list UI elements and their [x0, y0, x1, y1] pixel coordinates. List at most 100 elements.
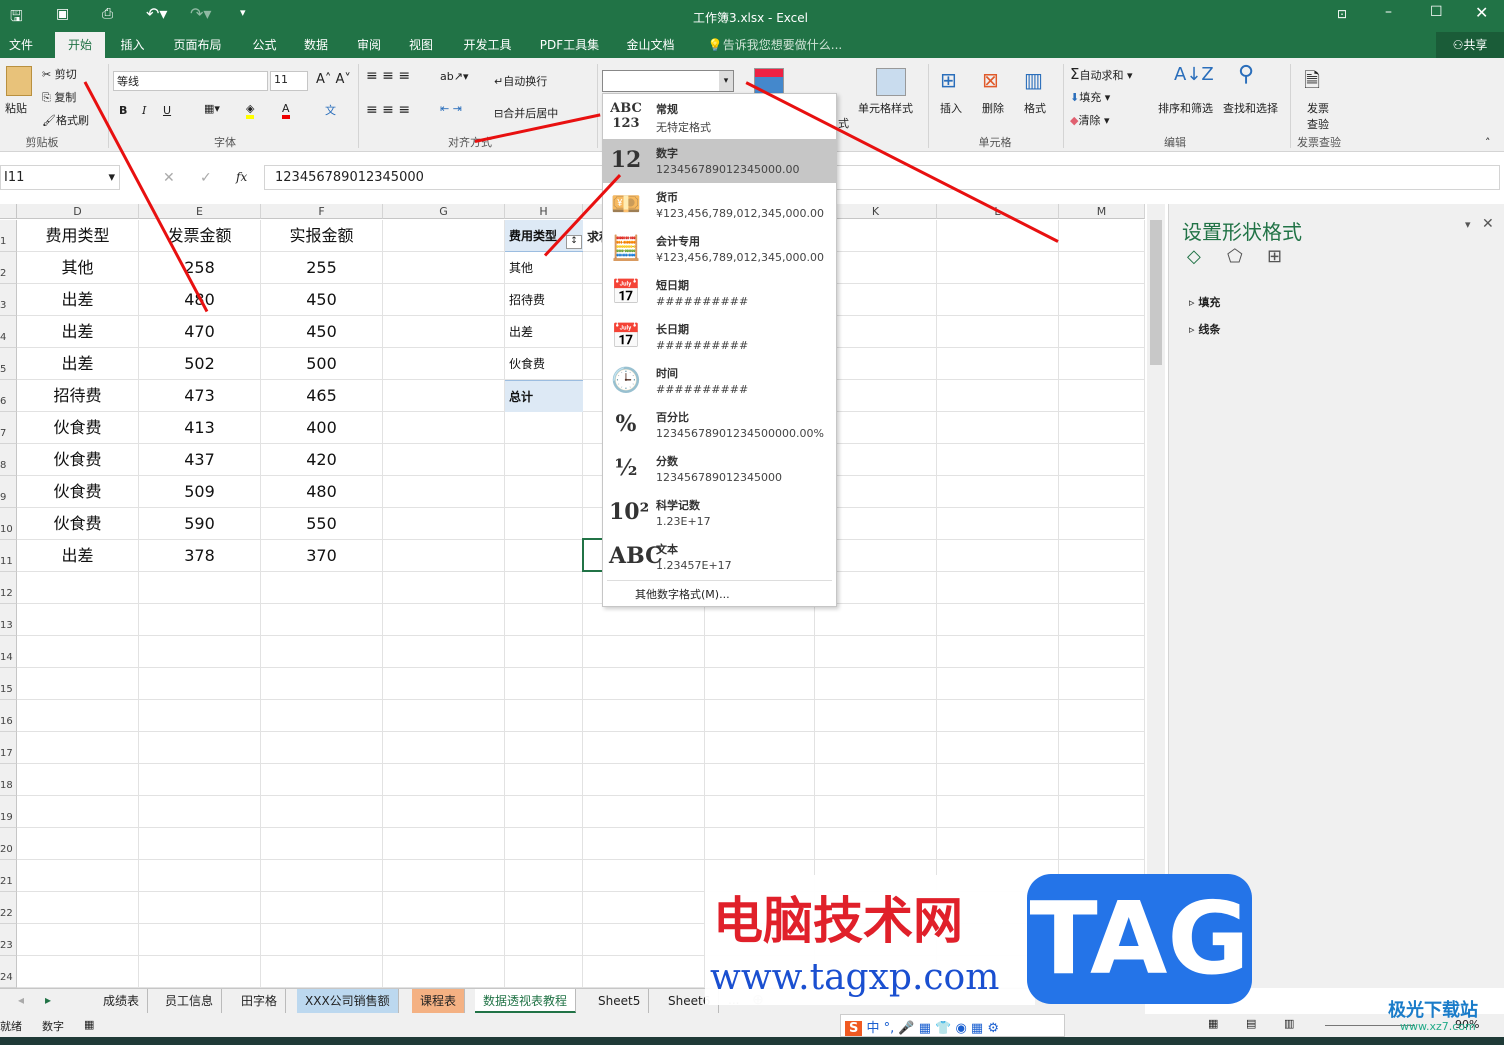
- tab-pdf[interactable]: PDF工具集: [532, 32, 607, 58]
- close-icon[interactable]: ✕: [1475, 3, 1488, 22]
- indent-icons[interactable]: ⇤ ⇥: [440, 102, 462, 115]
- cell[interactable]: [1059, 764, 1145, 796]
- cell[interactable]: [937, 828, 1059, 860]
- cell[interactable]: [505, 956, 583, 988]
- page-break-view-icon[interactable]: ▥: [1284, 1017, 1294, 1030]
- cell[interactable]: [17, 924, 139, 956]
- cell[interactable]: [505, 892, 583, 924]
- row-header[interactable]: 24: [0, 956, 17, 988]
- sheet-tab[interactable]: 课程表: [412, 989, 466, 1013]
- cell[interactable]: [139, 572, 261, 604]
- tab-file[interactable]: 文件: [0, 32, 42, 58]
- cell[interactable]: [383, 508, 505, 540]
- align-top-icons[interactable]: ≡ ≡ ≡: [366, 68, 410, 84]
- cell[interactable]: 378: [139, 540, 261, 572]
- row-header[interactable]: 8: [0, 444, 17, 476]
- selected-cell-i11[interactable]: [582, 538, 604, 572]
- border-icon[interactable]: ▦▾: [204, 102, 220, 115]
- cell[interactable]: [383, 412, 505, 444]
- delete-button[interactable]: 删除: [982, 100, 1004, 116]
- cell[interactable]: [937, 252, 1059, 284]
- cell[interactable]: 发票金额: [139, 220, 261, 252]
- row-header[interactable]: 9: [0, 476, 17, 508]
- touch-mode-icon[interactable]: ▣: [56, 6, 69, 22]
- cell[interactable]: [815, 764, 937, 796]
- cell[interactable]: [139, 892, 261, 924]
- row-header[interactable]: 4: [0, 316, 17, 348]
- cell[interactable]: 出差: [17, 540, 139, 572]
- cell[interactable]: [937, 444, 1059, 476]
- fill-section[interactable]: ▹ 填充: [1189, 294, 1220, 310]
- line-section[interactable]: ▹ 线条: [1189, 321, 1220, 337]
- cell[interactable]: [1059, 348, 1145, 380]
- formula-input[interactable]: 123456789012345000: [264, 165, 1500, 190]
- cell[interactable]: [1059, 476, 1145, 508]
- cell[interactable]: [17, 956, 139, 988]
- font-color-icon[interactable]: A: [282, 102, 290, 119]
- cell[interactable]: [583, 668, 705, 700]
- tab-data[interactable]: 数据: [295, 32, 337, 58]
- cell[interactable]: [815, 828, 937, 860]
- cell[interactable]: [815, 796, 937, 828]
- format-option[interactable]: ½ 分数 123456789012345000: [603, 447, 836, 491]
- row-header[interactable]: 12: [0, 572, 17, 604]
- collapse-ribbon-icon[interactable]: ˄: [1485, 136, 1491, 149]
- column-header[interactable]: D: [17, 204, 139, 219]
- cell[interactable]: [139, 604, 261, 636]
- cell[interactable]: [583, 796, 705, 828]
- orientation-icon[interactable]: ab↗▾: [440, 70, 468, 83]
- row-header[interactable]: 5: [0, 348, 17, 380]
- cell[interactable]: [383, 316, 505, 348]
- cell[interactable]: 450: [261, 284, 383, 316]
- cell[interactable]: [937, 412, 1059, 444]
- cell[interactable]: [583, 700, 705, 732]
- row-header[interactable]: 18: [0, 764, 17, 796]
- cell[interactable]: [139, 828, 261, 860]
- column-header[interactable]: F: [261, 204, 383, 219]
- cell[interactable]: [383, 668, 505, 700]
- cell[interactable]: 470: [139, 316, 261, 348]
- format-option[interactable]: 📅 长日期 ##########: [603, 315, 836, 359]
- tab-home[interactable]: 开始: [55, 32, 105, 58]
- cell[interactable]: [705, 828, 815, 860]
- cell[interactable]: [937, 572, 1059, 604]
- cell[interactable]: [383, 796, 505, 828]
- find-select-button[interactable]: 查找和选择: [1223, 100, 1278, 116]
- fill-button[interactable]: ⬇填充 ▾: [1070, 89, 1110, 105]
- cell[interactable]: [261, 636, 383, 668]
- cell[interactable]: 伙食费: [17, 412, 139, 444]
- tab-review[interactable]: 审阅: [348, 32, 390, 58]
- cell[interactable]: [937, 636, 1059, 668]
- cell[interactable]: [383, 924, 505, 956]
- cell[interactable]: [937, 476, 1059, 508]
- cell[interactable]: [17, 604, 139, 636]
- pivot-row[interactable]: 出差: [505, 316, 583, 348]
- sheet-tab[interactable]: 成绩表: [95, 989, 149, 1013]
- sort-filter-button[interactable]: 排序和筛选: [1158, 100, 1213, 116]
- cell[interactable]: [383, 764, 505, 796]
- invoice-check-button[interactable]: 发票查验: [1304, 100, 1332, 132]
- pivot-row[interactable]: 伙食费: [505, 348, 583, 380]
- cell[interactable]: 出差: [17, 316, 139, 348]
- insert-function-button[interactable]: fx: [236, 170, 247, 184]
- cell[interactable]: [17, 828, 139, 860]
- row-header[interactable]: 3: [0, 284, 17, 316]
- row-header[interactable]: 6: [0, 380, 17, 412]
- tab-developer[interactable]: 开发工具: [455, 32, 520, 58]
- column-header[interactable]: M: [1059, 204, 1145, 219]
- cell[interactable]: [261, 796, 383, 828]
- fill-color-icon[interactable]: ◈: [246, 102, 255, 119]
- column-header[interactable]: H: [505, 204, 583, 219]
- cell[interactable]: [383, 540, 505, 572]
- cell[interactable]: 590: [139, 508, 261, 540]
- cell[interactable]: [1059, 220, 1145, 252]
- cell[interactable]: [505, 572, 583, 604]
- cell[interactable]: [583, 764, 705, 796]
- cell[interactable]: [937, 604, 1059, 636]
- format-painter-button[interactable]: 🖌格式刷: [42, 112, 89, 128]
- chevron-down-icon[interactable]: ▾: [108, 167, 115, 188]
- normal-view-icon[interactable]: ▦: [1208, 1017, 1218, 1030]
- sheet-tab-active[interactable]: 数据透视表教程: [475, 989, 577, 1013]
- prev-sheet-icon[interactable]: ◂: [18, 993, 24, 1007]
- cell[interactable]: [583, 956, 705, 988]
